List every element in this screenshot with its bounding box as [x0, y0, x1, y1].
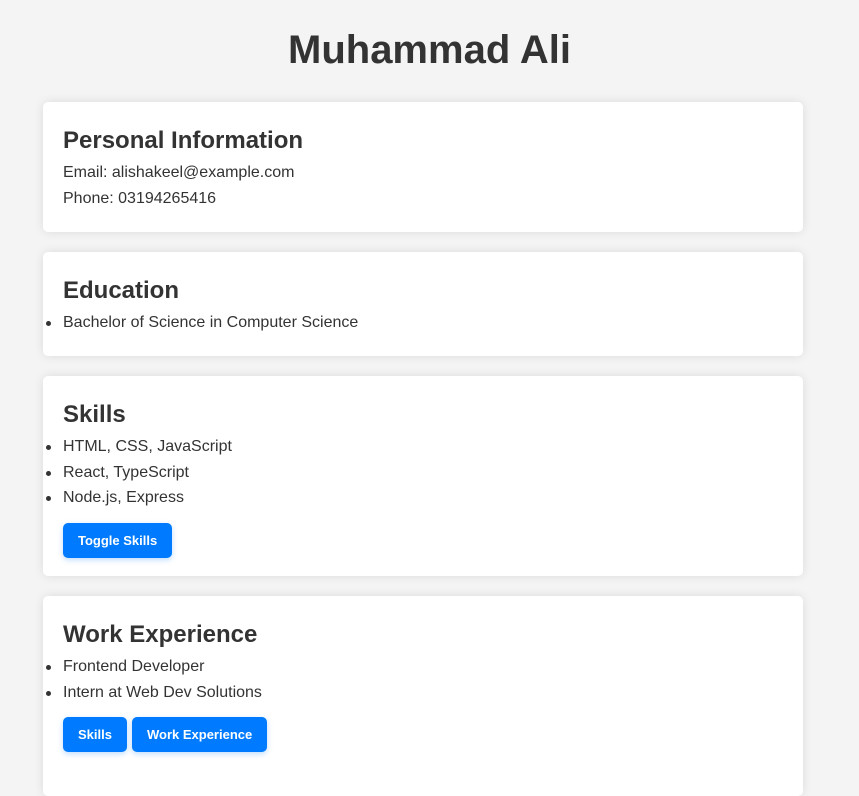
work-experience-item: Intern at Web Dev Solutions — [46, 680, 783, 706]
skill-item: React, TypeScript — [46, 460, 783, 486]
education-item: Bachelor of Science in Computer Science — [46, 310, 783, 336]
education-section: Education Bachelor of Science in Compute… — [43, 252, 803, 356]
toggle-skills-button[interactable]: Toggle Skills — [63, 522, 173, 558]
skill-item: Node.js, Express — [46, 485, 783, 511]
education-heading: Education — [63, 277, 180, 304]
work-experience-button[interactable]: Work Experience — [131, 717, 268, 752]
skills-button[interactable]: Skills — [63, 717, 127, 752]
personal-information-heading: Personal Information — [63, 127, 304, 154]
work-experience-section: Work Experience Frontend Developer Inter… — [43, 596, 803, 796]
skills-button-row: Toggle Skills — [63, 522, 783, 558]
work-button-row: Skills Work Experience — [63, 717, 783, 752]
skills-section: Skills HTML, CSS, JavaScript React, Type… — [43, 376, 803, 576]
email-text: Email: alishakeel@example.com — [63, 164, 295, 181]
work-experience-list: Frontend Developer Intern at Web Dev Sol… — [46, 654, 783, 706]
work-experience-item: Frontend Developer — [46, 654, 783, 680]
skill-item: HTML, CSS, JavaScript — [46, 434, 783, 460]
page-title: Muhammad Ali — [288, 28, 571, 72]
skills-list: HTML, CSS, JavaScript React, TypeScript … — [46, 434, 783, 511]
personal-information-section: Personal Information Email: alishakeel@e… — [43, 102, 803, 232]
work-experience-heading: Work Experience — [63, 621, 258, 648]
education-list: Bachelor of Science in Computer Science — [46, 310, 783, 336]
skills-heading: Skills — [63, 401, 126, 428]
phone-text: Phone: 03194265416 — [63, 190, 217, 207]
